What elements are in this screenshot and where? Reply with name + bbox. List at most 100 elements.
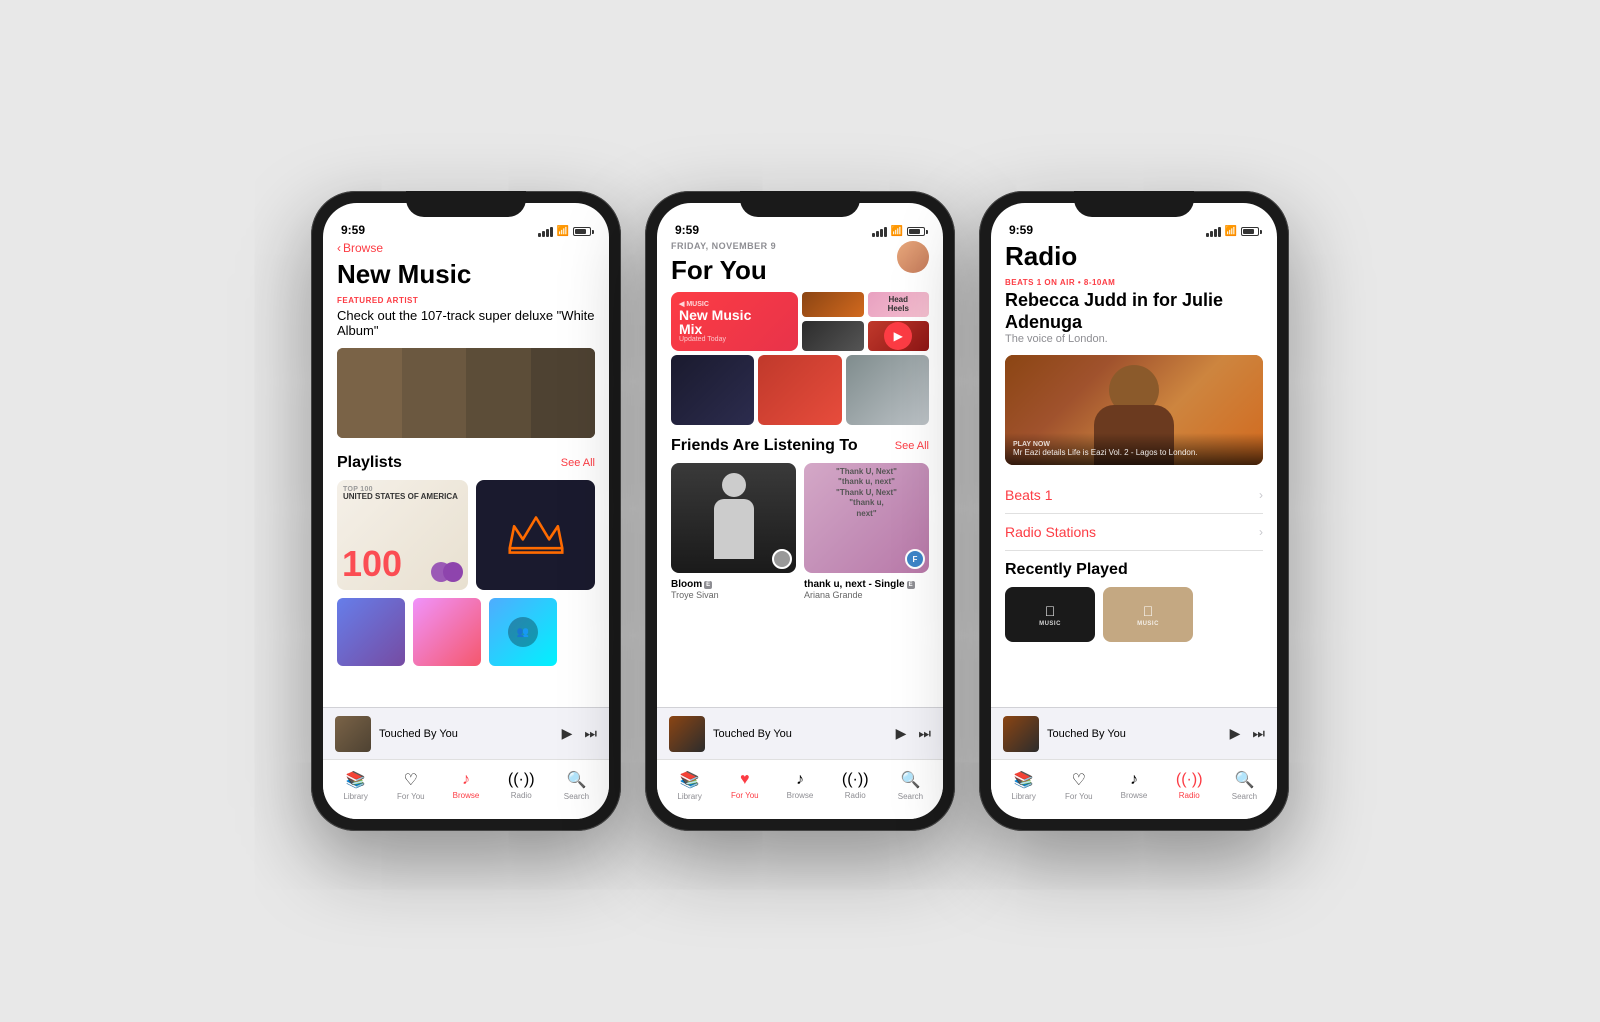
nav-foryou-radio[interactable]: ♡ For You: [1051, 770, 1106, 801]
phone-frame-2: 9:59 📶: [645, 191, 955, 831]
top100-card[interactable]: TOP 100 UNITED STATES OF AMERICA 100: [337, 480, 468, 590]
radio-artist-image[interactable]: PLAY NOW Mr Eazi details Life is Eazi Vo…: [1005, 355, 1263, 465]
nav-radio-label-3: Radio: [1179, 791, 1200, 800]
nav-foryou-label-2: For You: [731, 791, 759, 800]
nav-browse-browse[interactable]: ♪ Browse: [438, 771, 493, 800]
mini-player-foryou[interactable]: Touched By You ▶ ⏭: [657, 707, 943, 759]
thank-u-text: "Thank U, Next""thank u, next""Thank U, …: [804, 463, 929, 523]
foryou-icon: ♡: [404, 770, 418, 790]
mix-thumb-3: [802, 321, 864, 352]
nav-foryou-browse[interactable]: ♡ For You: [383, 770, 438, 801]
recently-card-1[interactable]:  MUSIC: [1005, 587, 1095, 642]
nav-foryou-foryou[interactable]: ♥ For You: [717, 771, 772, 800]
mini-player-controls-1: ▶ ⏭: [562, 725, 597, 742]
recently-played-cards:  MUSIC  MUSIC: [1005, 587, 1263, 642]
beatles-image: [337, 348, 595, 438]
bloom-card[interactable]: [671, 463, 796, 573]
nav-search-label-3: Search: [1232, 792, 1257, 801]
radio-stations-label: Radio Stations: [1005, 524, 1096, 540]
radio-page-title: Radio: [1005, 241, 1263, 272]
play-button-1[interactable]: ▶: [562, 725, 573, 742]
nav-browse-radio[interactable]: ♪ Browse: [1106, 771, 1161, 800]
play-button-3[interactable]: ▶: [1230, 725, 1241, 742]
battery-icon-2: [907, 227, 925, 236]
playlist-thumb-1[interactable]: [337, 598, 405, 666]
phone-foryou: 9:59 📶: [645, 191, 955, 831]
ariana-card[interactable]: "Thank U, Next""thank u, next""Thank U, …: [804, 463, 929, 573]
mini-player-controls-2: ▶ ⏭: [896, 725, 931, 742]
nav-search-radio[interactable]: 🔍 Search: [1217, 770, 1272, 801]
browse-icon-3: ♪: [1130, 771, 1138, 789]
bottom-thumb-1: [671, 355, 754, 425]
featured-text: Check out the 107-track super deluxe "Wh…: [337, 308, 595, 338]
browse-scroll: ‹ Browse New Music FEATURED ARTIST Check…: [323, 241, 609, 707]
music-text-2: MUSIC: [1137, 621, 1159, 627]
radio-overlay: PLAY NOW Mr Eazi details Life is Eazi Vo…: [1005, 433, 1263, 465]
nav-search-label: Search: [564, 792, 589, 801]
foryou-scroll: FRIDAY, NOVEMBER 9 For You ◀ MUSIC New M…: [657, 241, 943, 707]
nav-search-browse[interactable]: 🔍 Search: [549, 770, 604, 801]
nav-radio-foryou[interactable]: ((·)) Radio: [828, 771, 883, 800]
notch-1: [406, 191, 526, 217]
browse-icon-2: ♪: [796, 771, 804, 789]
friends-see-all[interactable]: See All: [895, 440, 929, 452]
playlists-see-all[interactable]: See All: [561, 457, 595, 469]
music-text-1: MUSIC: [1039, 621, 1061, 627]
library-icon-2: 📚: [680, 770, 700, 790]
recently-card-2[interactable]:  MUSIC: [1103, 587, 1193, 642]
playlist-thumb-3[interactable]: 👥: [489, 598, 557, 666]
nav-browse-foryou[interactable]: ♪ Browse: [772, 771, 827, 800]
friends-header: Friends Are Listening To See All: [671, 437, 929, 455]
explicit-badge-ariana: E: [907, 581, 915, 589]
notch-2: [740, 191, 860, 217]
nav-browse-label: Browse: [453, 791, 480, 800]
nav-library-radio[interactable]: 📚 Library: [996, 770, 1051, 801]
nav-foryou-label: For You: [397, 792, 425, 801]
skip-button-3[interactable]: ⏭: [1252, 725, 1265, 742]
nav-radio-browse[interactable]: ((·)) Radio: [494, 771, 549, 800]
library-icon: 📚: [346, 770, 366, 790]
search-icon-3: 🔍: [1234, 770, 1254, 790]
nav-radio-label-2: Radio: [845, 791, 866, 800]
nav-search-foryou[interactable]: 🔍 Search: [883, 770, 938, 801]
beatle-4: [531, 348, 596, 438]
neon-playlist-card[interactable]: [476, 480, 595, 590]
radio-icon-3: ((·)): [1176, 771, 1203, 789]
search-icon-2: 🔍: [900, 770, 920, 790]
nav-library-label-2: Library: [677, 792, 701, 801]
back-label[interactable]: Browse: [343, 241, 383, 255]
playlist-thumb-2[interactable]: [413, 598, 481, 666]
nav-library-browse[interactable]: 📚 Library: [328, 770, 383, 801]
new-music-mix-card[interactable]: ◀ MUSIC New MusicMix Updated Today: [671, 292, 798, 351]
skip-button-1[interactable]: ⏭: [584, 725, 597, 742]
apple-music-logo-1:  MUSIC: [1039, 603, 1061, 627]
profile-icon[interactable]: [897, 241, 929, 273]
chevron-icon-beats1: ›: [1259, 488, 1263, 502]
signal-icon-2: [872, 227, 887, 237]
nav-library-foryou[interactable]: 📚 Library: [662, 770, 717, 801]
play-button-2[interactable]: ▶: [896, 725, 907, 742]
bloom-album: Bloom E: [671, 579, 796, 590]
time-2: 9:59: [675, 223, 699, 237]
mix-bottom-row: [671, 355, 929, 425]
apple-logo-1: : [1045, 603, 1056, 619]
bottom-thumb-3: [846, 355, 929, 425]
new-music-mix-title: New MusicMix: [679, 308, 790, 336]
play-now-label: PLAY NOW: [1013, 441, 1255, 448]
mini-player-browse[interactable]: Touched By You ▶ ⏭: [323, 707, 609, 759]
bottom-nav-radio: 📚 Library ♡ For You ♪ Browse ((·)) Radio: [991, 759, 1277, 819]
featured-label: FEATURED ARTIST: [337, 296, 595, 305]
mix-grid-top: ◀ MUSIC New MusicMix Updated Today HeadH…: [671, 292, 929, 351]
skip-button-2[interactable]: ⏭: [918, 725, 931, 742]
mini-player-radio[interactable]: Touched By You ▶ ⏭: [991, 707, 1277, 759]
nav-radio-radio[interactable]: ((·)) Radio: [1162, 771, 1217, 800]
top100-circles: [431, 562, 463, 582]
radio-stations-link[interactable]: Radio Stations ›: [1005, 514, 1263, 551]
mini-player-title-3: Touched By You: [1047, 728, 1222, 740]
mini-player-art-1: [335, 716, 371, 752]
beats1-link[interactable]: Beats 1 ›: [1005, 477, 1263, 514]
back-link[interactable]: ‹ Browse: [337, 241, 595, 255]
mix-thumb-1: [802, 292, 864, 317]
play-button-mix[interactable]: ▶: [884, 322, 912, 350]
ariana-album: thank u, next - Single E: [804, 579, 929, 590]
